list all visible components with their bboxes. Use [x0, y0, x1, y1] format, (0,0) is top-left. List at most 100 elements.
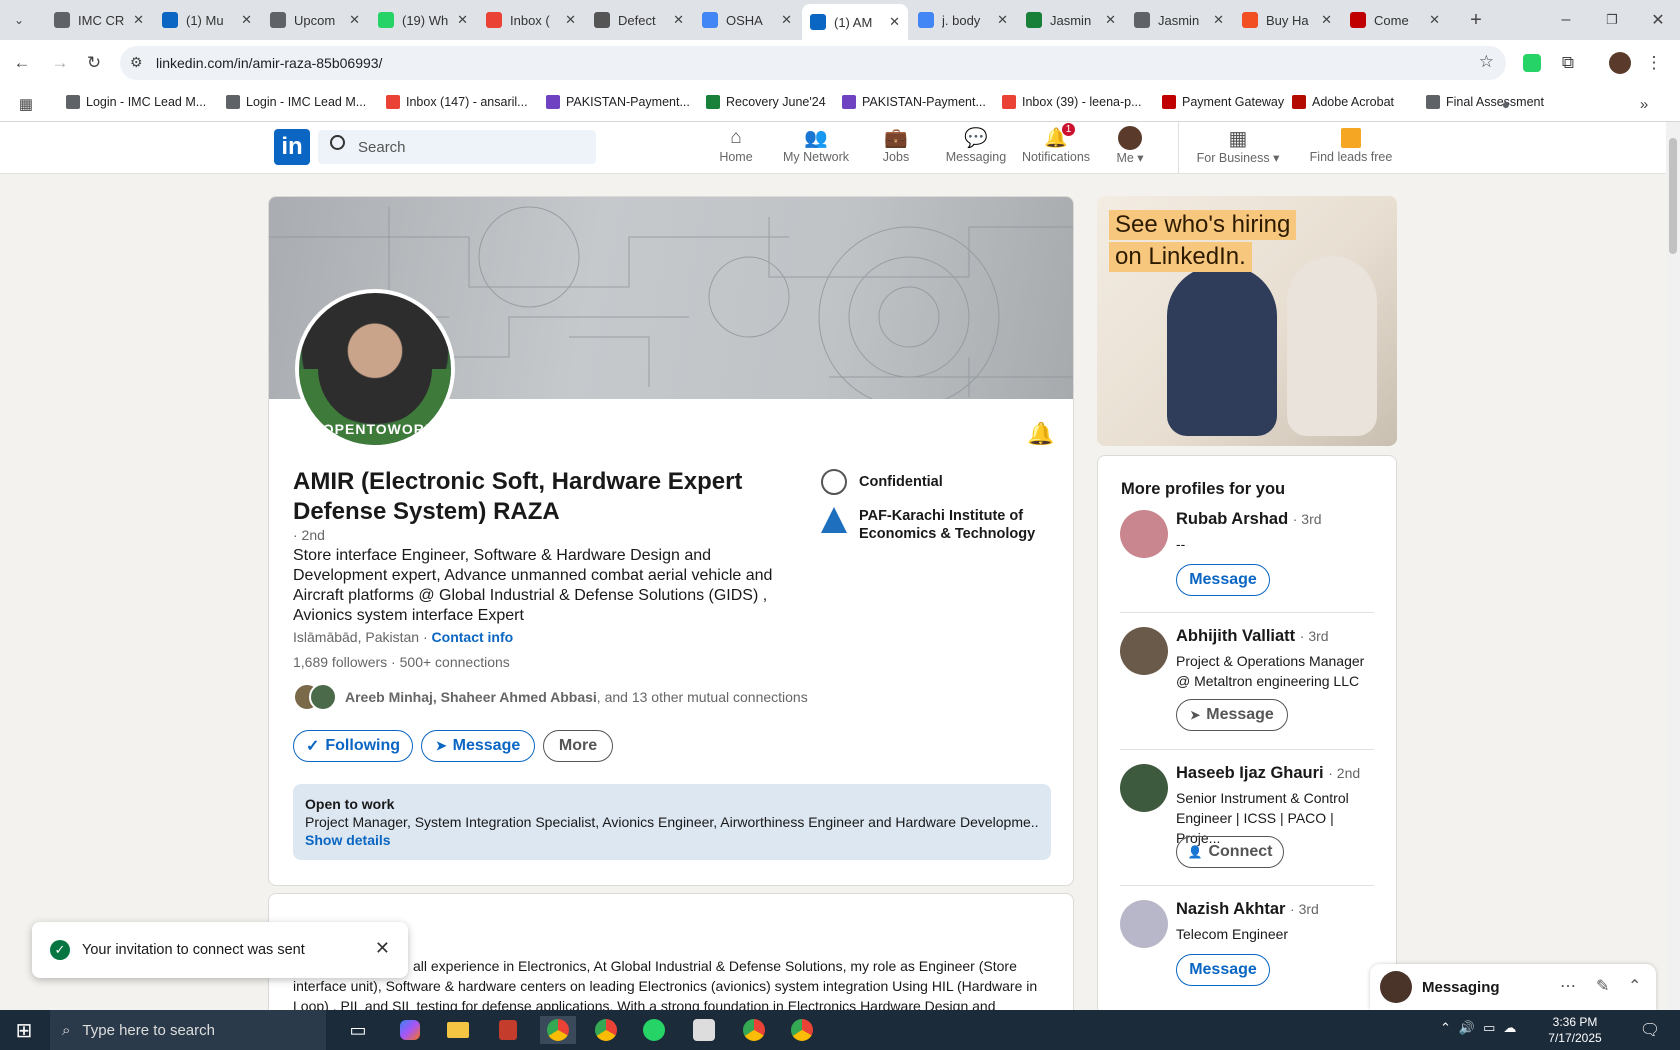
bookmark-item[interactable]: Payment Gateway: [1162, 95, 1284, 109]
browser-tab[interactable]: Jasmin ✕: [1018, 4, 1124, 36]
chrome-icon[interactable]: [588, 1016, 624, 1044]
forward-button[interactable]: →: [48, 51, 72, 75]
browser-tab[interactable]: Defect ✕: [586, 4, 692, 36]
nav-me[interactable]: Me ▾: [1090, 126, 1170, 165]
close-tab-icon[interactable]: ✕: [781, 12, 792, 28]
close-tab-icon[interactable]: ✕: [1321, 12, 1332, 28]
compose-icon[interactable]: ✎: [1596, 976, 1609, 996]
message-button[interactable]: ➤ Message: [1176, 699, 1288, 731]
extension-icon[interactable]: [1520, 51, 1544, 75]
profile-photo[interactable]: #OPENTOWORK: [295, 289, 455, 449]
site-info-icon[interactable]: ⚙: [130, 54, 143, 71]
page-scrollbar[interactable]: [1666, 122, 1680, 1010]
new-tab-button[interactable]: +: [1464, 8, 1488, 32]
close-tab-icon[interactable]: ✕: [1213, 12, 1224, 28]
school-row[interactable]: PAF-Karachi Institute of Economics & Tec…: [821, 507, 1041, 543]
start-button[interactable]: ⊞: [6, 1016, 42, 1044]
browser-tab[interactable]: (19) Wh ✕: [370, 4, 476, 36]
search-input[interactable]: Search: [318, 130, 596, 164]
profile-name-row[interactable]: Haseeb Ijaz Ghauri · 2nd: [1176, 764, 1360, 783]
find-leads-link[interactable]: Find leads free: [1296, 126, 1406, 164]
task-view-icon[interactable]: ▭: [340, 1016, 376, 1044]
browser-tab[interactable]: Jasmin ✕: [1126, 4, 1232, 36]
bookmark-item[interactable]: Login - IMC Lead M...: [226, 95, 366, 109]
linkedin-logo[interactable]: in: [274, 129, 310, 165]
close-tab-icon[interactable]: ✕: [457, 12, 468, 28]
mutual-connections[interactable]: Areeb Minhaj, Shaheer Ahmed Abbasi, and …: [293, 682, 808, 712]
browser-tab[interactable]: (1) Mu ✕: [154, 4, 260, 36]
tab-search-button[interactable]: ⌄: [8, 10, 30, 30]
bookmark-item[interactable]: Inbox (39) - leena-p...: [1002, 95, 1142, 109]
notification-bell-icon[interactable]: 🔔: [1027, 421, 1054, 447]
close-toast-icon[interactable]: ✕: [375, 938, 390, 959]
address-bar[interactable]: ⚙ linkedin.com/in/amir-raza-85b06993/ ☆: [120, 46, 1506, 80]
nav-home[interactable]: ⌂ Home: [696, 126, 776, 164]
bookmark-extra-icon[interactable]: ●: [1496, 94, 1516, 114]
extensions-puzzle-icon[interactable]: ⧉: [1556, 51, 1580, 75]
profile-avatar[interactable]: [1120, 510, 1168, 558]
notification-center-icon[interactable]: 🗨: [1632, 1016, 1668, 1044]
apps-grid-icon[interactable]: ▦: [16, 94, 36, 114]
scrollbar-thumb[interactable]: [1669, 138, 1677, 254]
close-tab-icon[interactable]: ✕: [997, 12, 1008, 28]
browser-tab[interactable]: (1) AM ✕: [802, 4, 908, 40]
profile-name-row[interactable]: Abhijith Valliatt · 3rd: [1176, 627, 1329, 646]
bookmark-item[interactable]: PAKISTAN-Payment...: [842, 95, 986, 109]
chrome-icon[interactable]: [784, 1016, 820, 1044]
bookmark-item[interactable]: Final Assessment: [1426, 95, 1544, 109]
connections-count[interactable]: 500+ connections: [400, 654, 510, 670]
close-tab-icon[interactable]: ✕: [673, 12, 684, 28]
browser-tab[interactable]: IMC CR ✕: [46, 4, 152, 36]
close-tab-icon[interactable]: ✕: [1429, 12, 1440, 28]
file-explorer-icon[interactable]: [440, 1016, 476, 1044]
close-tab-icon[interactable]: ✕: [241, 12, 252, 28]
hiring-ad[interactable]: See who's hiring on LinkedIn.: [1097, 196, 1397, 446]
bookmark-item[interactable]: Login - IMC Lead M...: [66, 95, 206, 109]
followers-count[interactable]: 1,689 followers: [293, 654, 387, 670]
nav-jobs[interactable]: 💼 Jobs: [856, 126, 936, 164]
close-window-button[interactable]: ✕: [1646, 8, 1670, 32]
browser-menu-icon[interactable]: ⋮: [1642, 51, 1666, 75]
browser-tab[interactable]: Upcom ✕: [262, 4, 368, 36]
browser-tab[interactable]: OSHA ✕: [694, 4, 800, 36]
message-button[interactable]: ➤ Message: [421, 730, 535, 762]
nav-messaging[interactable]: 💬 Messaging: [936, 126, 1016, 164]
taskbar-search[interactable]: ⌕ Type here to search: [50, 1010, 326, 1050]
show-details-link[interactable]: Show details: [305, 832, 1039, 848]
profile-avatar[interactable]: [1120, 764, 1168, 812]
more-bookmarks-icon[interactable]: »: [1634, 94, 1654, 114]
bookmark-item[interactable]: Adobe Acrobat: [1292, 95, 1394, 109]
clock[interactable]: 3:36 PM 7/17/2025: [1540, 1014, 1610, 1046]
chevron-up-icon[interactable]: ⌃: [1628, 976, 1641, 996]
bookmark-star-icon[interactable]: ☆: [1479, 52, 1494, 72]
chrome-icon[interactable]: [736, 1016, 772, 1044]
bookmark-item[interactable]: PAKISTAN-Payment...: [546, 95, 690, 109]
close-tab-icon[interactable]: ✕: [1105, 12, 1116, 28]
reload-button[interactable]: ↻: [82, 51, 106, 75]
message-button[interactable]: Message: [1176, 954, 1270, 986]
profile-avatar[interactable]: [1120, 627, 1168, 675]
nav-notifications[interactable]: 🔔 1 Notifications: [1016, 122, 1096, 164]
profile-avatar[interactable]: [1120, 900, 1168, 948]
browser-tab[interactable]: Buy Ha ✕: [1234, 4, 1340, 36]
profile-name-row[interactable]: Nazish Akhtar · 3rd: [1176, 900, 1319, 919]
message-button[interactable]: Message: [1176, 564, 1270, 596]
maximize-button[interactable]: ❐: [1600, 8, 1624, 32]
back-button[interactable]: ←: [10, 51, 34, 75]
app-icon[interactable]: [490, 1016, 526, 1044]
browser-tab[interactable]: Come ✕: [1342, 4, 1448, 36]
browser-tab[interactable]: Inbox (✕: [478, 4, 584, 36]
chrome-icon[interactable]: [540, 1016, 576, 1044]
minimize-button[interactable]: –: [1554, 8, 1578, 32]
copilot-icon[interactable]: [392, 1016, 428, 1044]
close-tab-icon[interactable]: ✕: [133, 12, 144, 28]
more-button[interactable]: More: [543, 730, 613, 762]
company-row[interactable]: Confidential: [821, 469, 943, 495]
profile-name-row[interactable]: Rubab Arshad · 3rd: [1176, 510, 1322, 529]
close-tab-icon[interactable]: ✕: [565, 12, 576, 28]
contact-info-link[interactable]: Contact info: [432, 629, 514, 645]
bookmark-item[interactable]: Recovery June'24: [706, 95, 826, 109]
browser-tab[interactable]: j. body ✕: [910, 4, 1016, 36]
bookmark-item[interactable]: Inbox (147) - ansaril...: [386, 95, 528, 109]
for-business-menu[interactable]: ▦ For Business ▾: [1188, 126, 1288, 166]
